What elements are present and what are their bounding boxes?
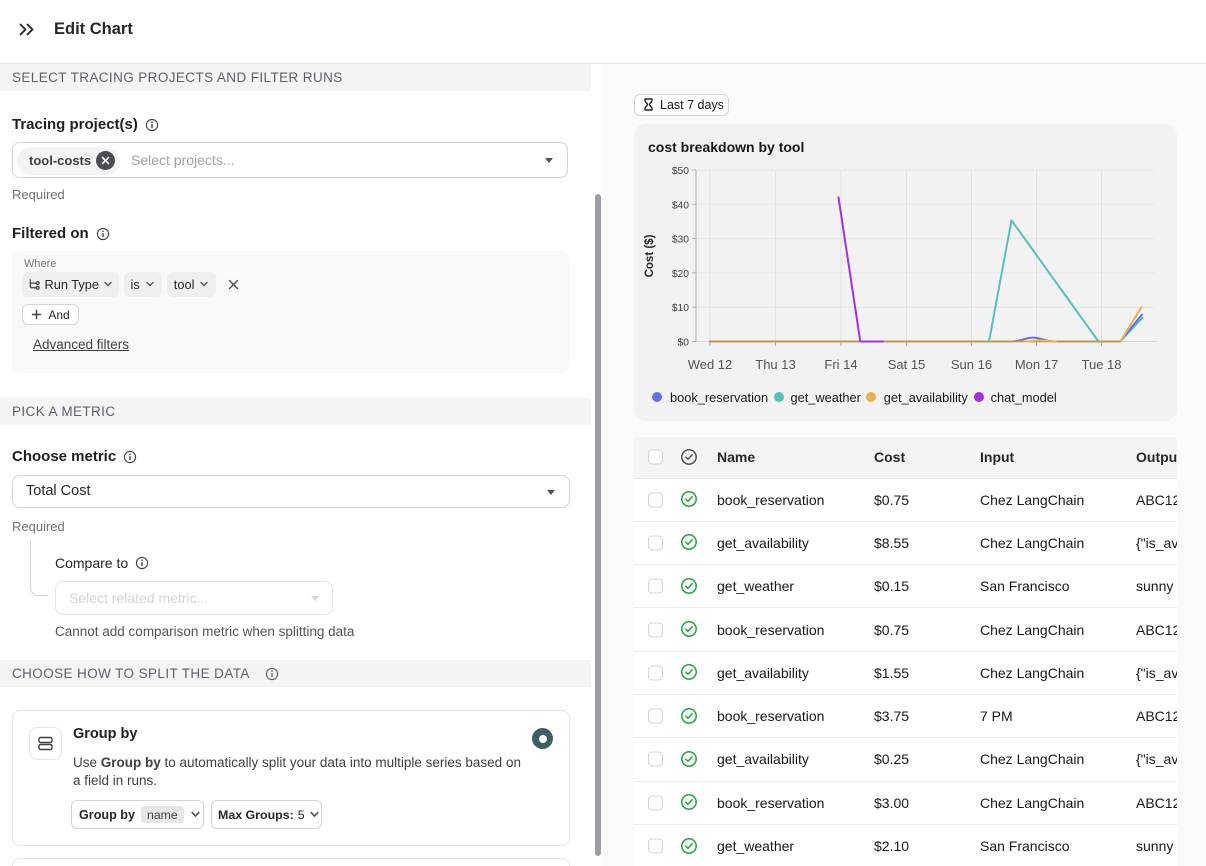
svg-text:$0: $0 xyxy=(678,338,690,349)
svg-text:$30: $30 xyxy=(672,235,689,246)
svg-text:$20: $20 xyxy=(672,269,689,280)
svg-text:Tue 18: Tue 18 xyxy=(1082,357,1122,372)
svg-text:Sat 15: Sat 15 xyxy=(888,357,926,372)
svg-text:Fri 14: Fri 14 xyxy=(824,357,857,372)
svg-text:Thu 13: Thu 13 xyxy=(755,357,795,372)
svg-text:Mon 17: Mon 17 xyxy=(1015,357,1058,372)
svg-text:$50: $50 xyxy=(672,166,689,177)
svg-text:Cost ($): Cost ($) xyxy=(644,234,656,277)
svg-text:$10: $10 xyxy=(672,303,689,314)
svg-text:Sun 16: Sun 16 xyxy=(951,357,992,372)
svg-text:Wed 12: Wed 12 xyxy=(688,357,733,372)
svg-text:$40: $40 xyxy=(672,200,689,211)
